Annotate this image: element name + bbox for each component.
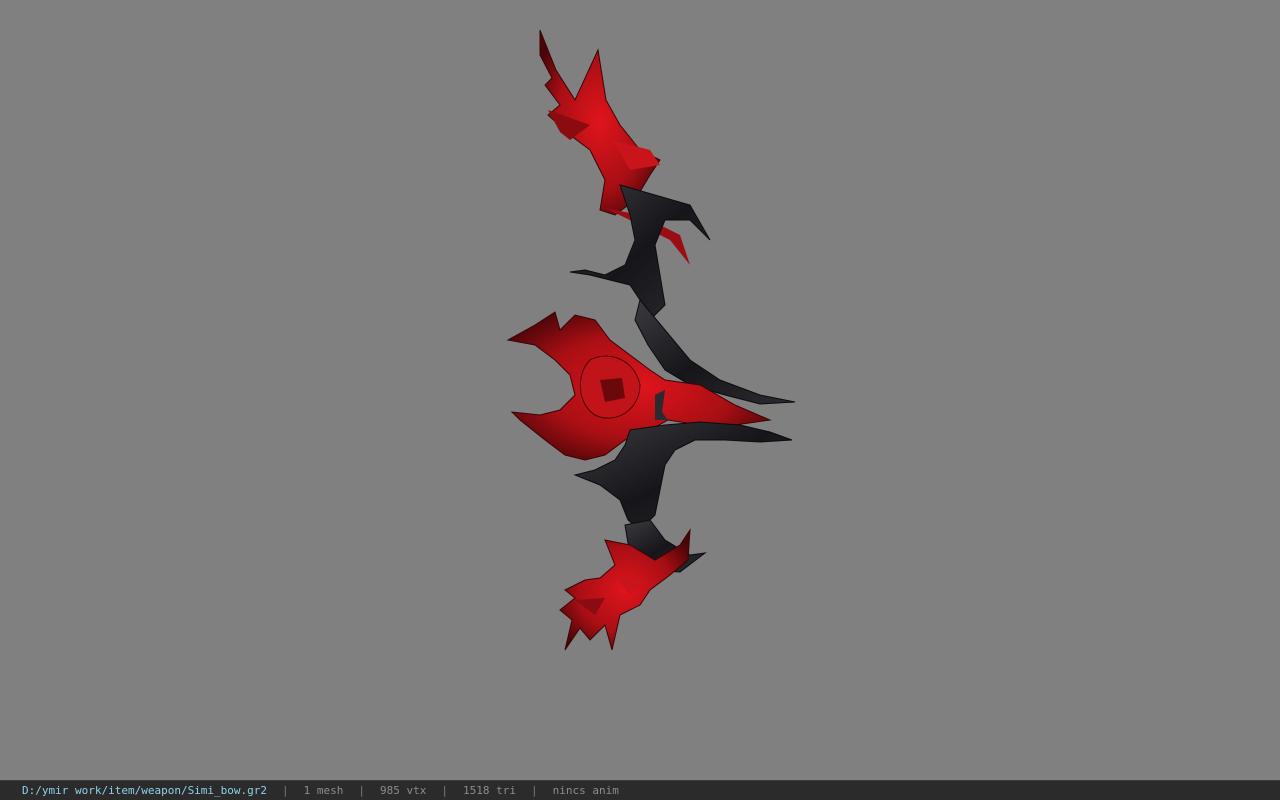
3d-viewport[interactable]: [0, 0, 1280, 780]
status-separator: |: [358, 784, 366, 797]
mesh-count-label: 1 mesh: [303, 784, 344, 797]
upper-red-limb: [539, 29, 690, 265]
status-separator: |: [282, 784, 289, 797]
animation-status-label: nincs anim: [552, 784, 619, 797]
bow-model-render[interactable]: [0, 0, 1280, 780]
vertex-count-label: 985 vtx: [380, 784, 427, 797]
status-separator: |: [531, 784, 538, 797]
file-path-label: D:/ymir work/item/weapon/Simi_bow.gr2: [22, 784, 268, 797]
triangle-count-label: 1518 tri: [463, 784, 517, 797]
status-bar: D:/ymir work/item/weapon/Simi_bow.gr2 | …: [0, 780, 1280, 800]
status-separator: |: [441, 784, 449, 797]
